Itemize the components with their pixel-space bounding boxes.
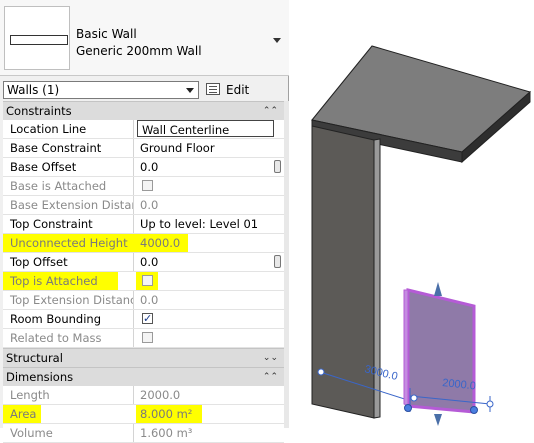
property-row: Base Extension Distance 0.0 xyxy=(3,196,284,215)
property-row: Length 2000.0 xyxy=(3,386,284,405)
property-value-text: Up to level: Level 01 xyxy=(140,217,259,231)
instance-filter-select[interactable]: Walls (1) xyxy=(3,81,199,99)
property-value-text: 4000.0 xyxy=(140,236,181,250)
edit-type-icon xyxy=(206,83,220,95)
group-label: Structural xyxy=(6,351,63,365)
dropdown-arrow-icon[interactable] xyxy=(273,38,281,43)
checkbox-icon[interactable] xyxy=(142,310,153,328)
property-checkbox[interactable] xyxy=(136,310,275,328)
group-label: Constraints xyxy=(6,104,72,118)
type-selector[interactable]: Basic Wall Generic 200mm Wall xyxy=(0,0,289,76)
property-value-text: 1.600 m³ xyxy=(140,426,193,440)
group-label: Dimensions xyxy=(6,370,74,384)
property-value: 0.0 xyxy=(136,291,275,309)
selected-wall[interactable] xyxy=(406,288,476,414)
property-row: Volume 1.600 m³ xyxy=(3,424,284,443)
property-value-text: Ground Floor xyxy=(140,141,215,155)
property-value[interactable]: 4000.0 xyxy=(136,234,188,252)
property-name: Top Extension Distance xyxy=(3,291,134,309)
properties-grid: Constraints ⌃⌃ Location Line Wall Centerl… xyxy=(3,101,284,443)
property-value-text: Wall Centerline xyxy=(142,123,230,137)
property-name: Area xyxy=(3,405,41,423)
property-row[interactable]: Base Constraint Ground Floor xyxy=(3,139,284,158)
properties-palette: Basic Wall Generic 200mm Wall Walls (1) … xyxy=(0,0,289,443)
property-value[interactable]: 0.0 xyxy=(136,158,275,176)
checkbox-icon xyxy=(142,332,153,343)
3d-model-canvas[interactable]: 3000.0 2000.0 xyxy=(290,0,534,428)
property-value-text: 0.0 xyxy=(140,293,159,307)
wall-end-grip[interactable] xyxy=(404,404,412,412)
property-row[interactable]: Area 8.000 m² xyxy=(3,405,284,424)
instance-toolbar: Walls (1) Edit Type xyxy=(0,77,289,117)
expand-chevron-icon[interactable]: ⌄⌄ xyxy=(263,349,278,367)
property-value[interactable]: 8.000 m² xyxy=(136,405,202,423)
property-checkbox xyxy=(136,329,275,347)
property-checkbox[interactable] xyxy=(136,272,158,290)
property-name: Base Extension Distance xyxy=(3,196,134,214)
property-value[interactable]: Wall Centerline xyxy=(137,120,274,137)
selected-wall-edge xyxy=(403,289,409,407)
property-value-text: 0.0 xyxy=(140,160,159,174)
property-row[interactable]: Location Line Wall Centerline xyxy=(3,120,284,139)
property-value-text: 0.0 xyxy=(140,255,159,269)
property-name: Room Bounding xyxy=(3,310,134,328)
value-spinner-button[interactable] xyxy=(274,160,281,173)
property-name: Location Line xyxy=(3,120,134,138)
property-value[interactable]: Ground Floor xyxy=(136,139,275,157)
property-row: Top Extension Distance 0.0 xyxy=(3,291,284,310)
property-name: Base is Attached xyxy=(3,177,134,195)
property-value-text: 8.000 m² xyxy=(140,407,193,421)
shape-handle-top[interactable] xyxy=(434,282,442,296)
dimension-grip[interactable] xyxy=(486,400,494,408)
wall-end-grip[interactable] xyxy=(470,406,478,414)
instance-filter-value: Walls (1) xyxy=(7,83,60,97)
wall-type-thumbnail xyxy=(4,6,70,70)
property-name: Length xyxy=(3,386,134,404)
property-row[interactable]: Top Offset 0.0 xyxy=(3,253,284,272)
property-value-text: 0.0 xyxy=(140,198,159,212)
property-value[interactable]: Up to level: Level 01 xyxy=(136,215,275,233)
3d-view[interactable]: 3000.0 2000.0 xyxy=(290,0,534,428)
property-row[interactable]: Top is Attached xyxy=(3,272,284,291)
collapse-chevron-icon[interactable]: ⌃⌃ xyxy=(263,102,278,120)
property-name: Related to Mass xyxy=(3,329,134,347)
property-row[interactable]: Top Constraint Up to level: Level 01 xyxy=(3,215,284,234)
property-value: 0.0 xyxy=(136,196,275,214)
group-dimensions[interactable]: Dimensions ⌃⌃ xyxy=(3,367,284,386)
property-row[interactable]: Room Bounding xyxy=(3,310,284,329)
group-structural[interactable]: Structural ⌄⌄ xyxy=(3,348,284,367)
dimension-grip[interactable] xyxy=(410,394,418,402)
palette-scrollbar[interactable] xyxy=(284,101,289,428)
checkbox-icon[interactable] xyxy=(142,275,153,286)
property-row[interactable]: Unconnected Height 4000.0 xyxy=(3,234,284,253)
property-name: Volume xyxy=(3,424,134,442)
property-value[interactable]: 0.0 xyxy=(136,253,275,271)
property-row: Related to Mass xyxy=(3,329,284,348)
property-checkbox xyxy=(136,177,275,195)
type-name-label: Generic 200mm Wall xyxy=(76,44,202,58)
shape-handle-bottom[interactable] xyxy=(434,414,442,426)
dimension-grip[interactable] xyxy=(317,368,325,376)
checkbox-icon xyxy=(142,180,153,191)
edit-type-button[interactable]: Edit Type xyxy=(206,80,280,117)
property-value-text: 2000.0 xyxy=(140,388,181,402)
type-family-label: Basic Wall xyxy=(76,27,137,41)
property-name: Base Constraint xyxy=(3,139,134,157)
property-name: Top is Attached xyxy=(3,272,118,290)
dropdown-arrow-icon[interactable] xyxy=(186,88,194,93)
collapse-chevron-icon[interactable]: ⌃⌃ xyxy=(263,368,278,386)
property-name: Top Offset xyxy=(3,253,134,271)
property-value: 1.600 m³ xyxy=(136,424,275,442)
property-row: Base is Attached xyxy=(3,177,284,196)
property-name: Base Offset xyxy=(3,158,134,176)
value-spinner-button[interactable] xyxy=(274,255,281,268)
property-name: Top Constraint xyxy=(3,215,134,233)
property-row[interactable]: Base Offset 0.0 xyxy=(3,158,284,177)
property-value: 2000.0 xyxy=(136,386,275,404)
property-name: Unconnected Height xyxy=(3,234,139,252)
group-constraints[interactable]: Constraints ⌃⌃ xyxy=(3,101,284,120)
